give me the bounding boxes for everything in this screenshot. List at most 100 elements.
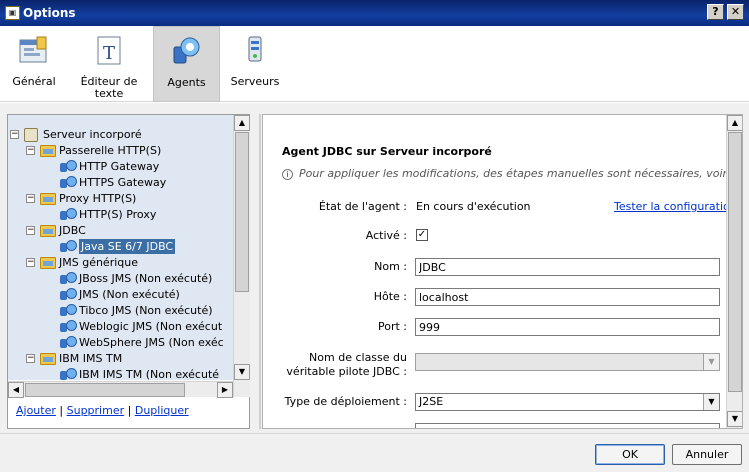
tab-servers[interactable]: Serveurs: [226, 26, 284, 102]
collapse-toggle-icon[interactable]: −: [26, 354, 35, 363]
tree-item-label: JMS (Non exécuté): [79, 288, 180, 301]
ok-button[interactable]: OK: [595, 444, 665, 465]
tree-item-label: WebSphere JMS (Non exéc: [79, 336, 224, 349]
tree-item[interactable]: HTTP Gateway: [8, 159, 233, 174]
tree-item-label: IBM IMS TM (Non exécuté: [79, 368, 220, 380]
enabled-checkbox[interactable]: ✓: [416, 229, 428, 241]
tab-agents[interactable]: Agents: [153, 26, 220, 102]
tree-item-label: Tibco JMS (Non exécuté): [79, 304, 213, 317]
scroll-down-icon[interactable]: ▼: [727, 411, 742, 427]
dialog-button-bar: OK Annuler: [0, 433, 749, 472]
tab-general[interactable]: Général: [4, 26, 64, 102]
tree-item-label: HTTPS Gateway: [79, 176, 167, 189]
agent-state-label: État de l'agent :: [318, 200, 407, 213]
deployment-type-label: Type de déploiement :: [284, 395, 407, 408]
agents-tree-panel: − Serveur incorporé − Passerelle HTTP(S) HTT…: [7, 114, 250, 429]
folder-icon: [40, 353, 56, 365]
collapse-toggle-icon[interactable]: −: [26, 258, 35, 267]
folder-icon: [40, 257, 56, 269]
tab-text-editor[interactable]: T Éditeur de texte: [76, 26, 142, 102]
scroll-left-icon[interactable]: ◀: [8, 382, 24, 398]
tree-item-label: Passerelle HTTP(S): [59, 144, 162, 157]
tree-item[interactable]: Tibco JMS (Non exécuté): [8, 303, 233, 318]
tree-item[interactable]: − JMS générique: [8, 255, 233, 270]
tab-text-editor-label: Éditeur de texte: [80, 75, 138, 100]
tree-item[interactable]: − IBM IMS TM: [8, 351, 233, 366]
collapse-toggle-icon[interactable]: −: [26, 146, 35, 155]
agent-icon: [60, 176, 77, 189]
scroll-up-icon[interactable]: ▲: [234, 115, 250, 131]
collapse-toggle-icon[interactable]: −: [10, 130, 19, 139]
tree-item[interactable]: WebSphere JMS (Non exéc: [8, 335, 233, 350]
tree-item[interactable]: JMS (Non exécuté): [8, 287, 233, 302]
text-editor-icon: T: [92, 34, 126, 71]
tree-item[interactable]: IBM IMS TM (Non exécuté: [8, 367, 233, 380]
tree-hscroll-thumb[interactable]: [25, 383, 185, 397]
folder-icon: [40, 145, 56, 157]
next-field-select[interactable]: [415, 423, 720, 428]
agent-icon: [60, 368, 77, 380]
tree-item-label: IBM IMS TM: [59, 352, 123, 365]
close-button[interactable]: ✕: [727, 4, 744, 20]
agent-state-value: En cours d'exécution: [416, 200, 531, 213]
separator: |: [127, 404, 132, 417]
svg-text:T: T: [103, 43, 115, 64]
help-button[interactable]: ?: [707, 4, 724, 20]
host-input[interactable]: [415, 288, 720, 306]
agent-icon: [60, 240, 77, 253]
agent-icon: [60, 336, 77, 349]
name-label: Nom :: [374, 260, 407, 273]
tree-vertical-scrollbar[interactable]: ▲ ▼: [233, 115, 250, 397]
agents-tree[interactable]: − Serveur incorporé − Passerelle HTTP(S) HTT…: [8, 115, 233, 380]
folder-icon: [40, 193, 56, 205]
host-label: Hôte :: [373, 290, 407, 303]
detail-vertical-scrollbar[interactable]: ▲ ▼: [726, 115, 742, 428]
tree-item[interactable]: − JDBC: [8, 223, 233, 238]
server-icon: [24, 128, 38, 142]
panel-splitter[interactable]: [259, 114, 261, 429]
dropdown-arrow-icon[interactable]: ▼: [703, 394, 719, 410]
deployment-type-select[interactable]: J2SE ▼: [415, 393, 720, 411]
agent-icon: [60, 208, 77, 221]
agent-icon: [60, 272, 77, 285]
agent-detail-panel: Agent JDBC sur Serveur incorporé i Pour a…: [262, 114, 743, 429]
agent-icon: [60, 320, 77, 333]
enabled-label: Activé :: [365, 229, 407, 242]
tree-item[interactable]: HTTP(S) Proxy: [8, 207, 233, 222]
add-link[interactable]: Ajouter: [16, 404, 56, 417]
tree-item-label: Weblogic JMS (Non exécut: [79, 320, 223, 333]
tree-item-label: JDBC: [59, 224, 86, 237]
driver-class-label: Nom de classe du véritable pilote JDBC :: [286, 351, 407, 378]
app-icon: ▣: [5, 6, 20, 20]
info-text: Pour appliquer les modifications, des ét…: [299, 167, 731, 180]
tree-item[interactable]: Java SE 6/7 JDBC: [8, 239, 233, 254]
servers-icon: [238, 34, 272, 71]
cancel-button[interactable]: Annuler: [672, 444, 742, 465]
scroll-down-icon[interactable]: ▼: [234, 364, 250, 380]
window-title: Options: [23, 6, 76, 20]
tree-horizontal-scrollbar[interactable]: ◀ ▶: [8, 381, 233, 398]
test-configuration-link[interactable]: Tester la configuration: [614, 200, 737, 213]
tree-item[interactable]: − Proxy HTTP(S): [8, 191, 233, 206]
collapse-toggle-icon[interactable]: −: [26, 194, 35, 203]
info-icon: i: [282, 169, 293, 180]
scroll-right-icon[interactable]: ▶: [217, 382, 233, 398]
tree-item-label: JMS générique: [59, 256, 139, 269]
detail-scroll-thumb[interactable]: [728, 132, 742, 392]
detail-title: Agent JDBC sur Serveur incorporé: [282, 145, 492, 158]
tree-item[interactable]: Weblogic JMS (Non exécut: [8, 319, 233, 334]
deployment-type-value: J2SE: [419, 395, 444, 408]
tree-item-label: Proxy HTTP(S): [59, 192, 137, 205]
port-input[interactable]: [415, 318, 720, 336]
tree-item[interactable]: JBoss JMS (Non exécuté): [8, 271, 233, 286]
tree-scroll-thumb[interactable]: [235, 132, 249, 292]
name-input[interactable]: [415, 258, 720, 276]
tree-item[interactable]: HTTPS Gateway: [8, 175, 233, 190]
duplicate-link[interactable]: Dupliquer: [135, 404, 189, 417]
collapse-toggle-icon[interactable]: −: [26, 226, 35, 235]
tree-item[interactable]: − Passerelle HTTP(S): [8, 143, 233, 158]
tree-item[interactable]: − Serveur incorporé: [8, 127, 233, 142]
delete-link[interactable]: Supprimer: [67, 404, 125, 417]
scroll-up-icon[interactable]: ▲: [727, 115, 742, 131]
tab-servers-label: Serveurs: [230, 75, 280, 88]
